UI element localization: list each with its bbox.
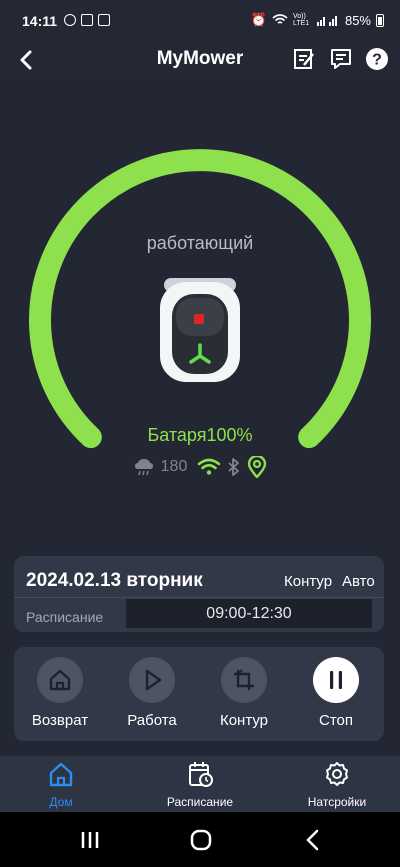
- schedule-time[interactable]: 09:00-12:30: [126, 599, 372, 628]
- svg-text:?: ?: [372, 52, 382, 69]
- work-button-circle[interactable]: [129, 657, 175, 703]
- message-icon[interactable]: [328, 46, 354, 72]
- help-icon[interactable]: ?: [364, 46, 390, 72]
- wifi-status-icon: [272, 14, 288, 24]
- tab-schedule[interactable]: Расписание: [140, 760, 260, 809]
- return-button[interactable]: Возврат: [15, 657, 105, 729]
- edge-label: Контур: [219, 712, 269, 729]
- battery-percent: 85%: [344, 12, 371, 28]
- wifi-icon: [198, 458, 221, 475]
- tab-settings[interactable]: Натсройки: [277, 760, 397, 809]
- edit-note-icon[interactable]: [291, 46, 317, 72]
- tab-home-label: Дом: [49, 795, 73, 809]
- current-date: 2024.02.13 вторник: [26, 570, 203, 591]
- battery-gauge: [29, 149, 371, 449]
- schedule-card: 2024.02.13 вторник Контур Авто Расписани…: [14, 556, 384, 632]
- signal-icon: [316, 16, 337, 26]
- battery-level-label: Батаря100%: [147, 425, 253, 445]
- back-nav-icon[interactable]: [293, 826, 333, 854]
- tab-settings-label: Натсройки: [307, 795, 367, 809]
- tab-bar: Дом Расписание Натсройки: [0, 756, 400, 812]
- gallery-icon: [98, 14, 110, 26]
- calendar-icon: [189, 762, 213, 787]
- mower-image: [160, 278, 240, 382]
- edge-button-circle[interactable]: [221, 657, 267, 703]
- play-icon: [145, 669, 162, 691]
- home-nav-icon[interactable]: [181, 826, 221, 854]
- gear-icon: [326, 762, 348, 786]
- status-bar: 14:11 ⏰ Vo)) LTE1 85%: [0, 0, 400, 44]
- tab-home[interactable]: Дом: [1, 760, 121, 809]
- tab-schedule-label: Расписание: [166, 795, 234, 809]
- mower-stats: 180: [0, 456, 400, 478]
- location-icon: [248, 456, 267, 478]
- system-nav-bar: [0, 812, 400, 867]
- return-button-circle[interactable]: [37, 657, 83, 703]
- rain-delay-value: 180: [160, 458, 188, 475]
- pause-icon: [330, 671, 342, 689]
- home-icon: [49, 762, 73, 787]
- edge-icon: [234, 669, 254, 690]
- alarm-icon: ⏰: [250, 12, 267, 27]
- stop-button[interactable]: Стоп: [291, 657, 381, 729]
- work-button[interactable]: Работа: [107, 657, 197, 729]
- divider: [14, 597, 384, 598]
- app-header: MyMower ?: [0, 44, 400, 80]
- stop-button-circle[interactable]: [313, 657, 359, 703]
- status-right: ⏰ Vo)) LTE1 85%: [251, 12, 384, 28]
- mode-auto[interactable]: Авто: [342, 573, 375, 590]
- mower-state: работающий: [146, 233, 254, 253]
- rain-delay-icon: [134, 459, 153, 476]
- network-label: Vo)) LTE1: [292, 13, 310, 27]
- status-time: 14:11: [22, 13, 58, 29]
- stop-label: Стоп: [319, 712, 353, 729]
- return-label: Возврат: [31, 712, 89, 729]
- notification-icons: [64, 14, 110, 26]
- battery-icon: [376, 13, 384, 27]
- control-panel: Возврат Работа Контур Стоп: [14, 647, 384, 741]
- mode-contour[interactable]: Контур: [284, 573, 332, 590]
- schedule-label: Расписание: [26, 609, 104, 625]
- bluetooth-icon: [228, 458, 240, 476]
- work-label: Работа: [127, 712, 177, 729]
- home-icon: [49, 669, 71, 691]
- notification-icon: [64, 14, 76, 26]
- instagram-icon: [81, 14, 93, 26]
- recent-apps-icon[interactable]: [70, 826, 110, 854]
- edge-button[interactable]: Контур: [199, 657, 289, 729]
